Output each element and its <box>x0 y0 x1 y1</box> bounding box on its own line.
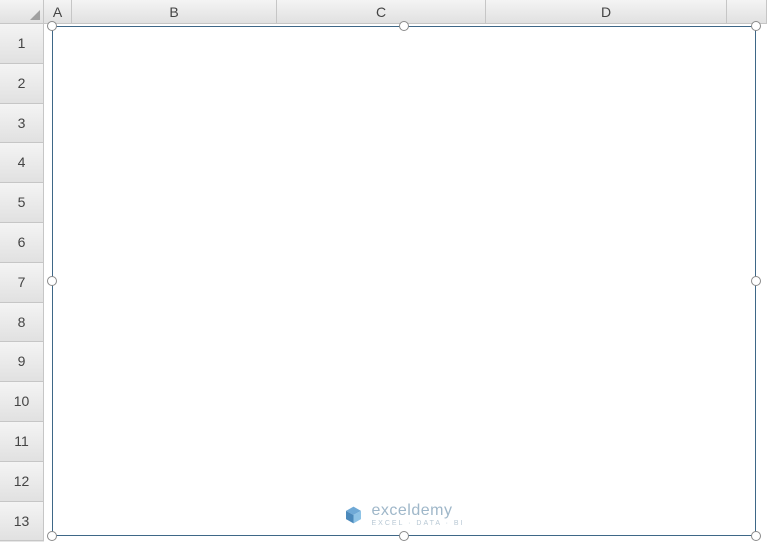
row-header[interactable]: 6 <box>0 223 44 263</box>
row-header[interactable]: 5 <box>0 183 44 223</box>
resize-handle-bottom-right[interactable] <box>751 531 761 541</box>
column-header-b[interactable]: B <box>72 0 277 23</box>
resize-handle-middle-left[interactable] <box>47 276 57 286</box>
watermark-text: exceldemy EXCEL · DATA · BI <box>372 502 465 527</box>
row-header[interactable]: 8 <box>0 303 44 343</box>
watermark: exceldemy EXCEL · DATA · BI <box>344 502 465 527</box>
row-header[interactable]: 2 <box>0 64 44 104</box>
watermark-sub: EXCEL · DATA · BI <box>372 520 465 527</box>
row-header[interactable]: 3 <box>0 104 44 144</box>
watermark-main: exceldemy <box>372 502 465 520</box>
row-header[interactable]: 13 <box>0 502 44 542</box>
column-header-d[interactable]: D <box>486 0 727 23</box>
spreadsheet-grid: A B C D 1 2 3 4 5 6 7 8 9 10 11 12 13 <box>0 0 767 542</box>
resize-handle-middle-right[interactable] <box>751 276 761 286</box>
row-header[interactable]: 1 <box>0 24 44 64</box>
column-header-a[interactable]: A <box>44 0 72 23</box>
column-header-e[interactable] <box>727 0 767 23</box>
column-headers-row: A B C D <box>0 0 767 24</box>
row-header[interactable]: 10 <box>0 382 44 422</box>
select-all-button[interactable] <box>0 0 44 24</box>
grid-body: 1 2 3 4 5 6 7 8 9 10 11 12 13 <box>0 24 767 542</box>
cells-area[interactable]: exceldemy EXCEL · DATA · BI <box>44 24 767 542</box>
column-header-c[interactable]: C <box>277 0 486 23</box>
resize-handle-bottom-middle[interactable] <box>399 531 409 541</box>
resize-handle-bottom-left[interactable] <box>47 531 57 541</box>
row-headers-column: 1 2 3 4 5 6 7 8 9 10 11 12 13 <box>0 24 44 542</box>
embedded-chart-object[interactable]: exceldemy EXCEL · DATA · BI <box>52 26 756 536</box>
row-header[interactable]: 7 <box>0 263 44 303</box>
cube-icon <box>344 505 364 525</box>
resize-handle-top-middle[interactable] <box>399 21 409 31</box>
row-header[interactable]: 12 <box>0 462 44 502</box>
row-header[interactable]: 9 <box>0 342 44 382</box>
row-header[interactable]: 11 <box>0 422 44 462</box>
resize-handle-top-left[interactable] <box>47 21 57 31</box>
resize-handle-top-right[interactable] <box>751 21 761 31</box>
row-header[interactable]: 4 <box>0 143 44 183</box>
